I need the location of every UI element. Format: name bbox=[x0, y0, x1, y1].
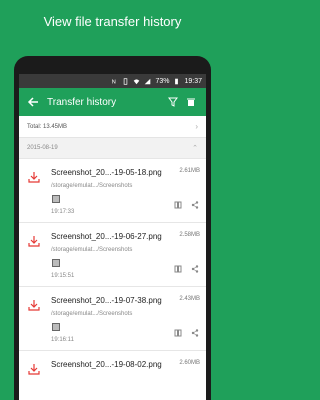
app-bar: Transfer history bbox=[19, 88, 206, 116]
battery-icon bbox=[175, 78, 179, 84]
file-time: 19:15:51 bbox=[51, 273, 75, 279]
file-path: /storage/emulat.../Screenshots bbox=[51, 183, 133, 189]
total-size: Total: 13.45MB bbox=[27, 123, 68, 130]
app-screen: N 73% 19:37 Transfer history Total: 13.4… bbox=[19, 74, 206, 400]
arrow-back-icon[interactable] bbox=[25, 96, 41, 108]
list-item[interactable]: Screenshot_20...-19-05-18.png 2.61MB /st… bbox=[19, 158, 206, 222]
file-size: 2.58MB bbox=[179, 232, 200, 238]
file-size: 2.60MB bbox=[179, 360, 200, 366]
file-name: Screenshot_20...-19-05-18.png bbox=[51, 168, 162, 177]
share-icon[interactable] bbox=[191, 265, 199, 273]
list-item[interactable]: Screenshot_20...-19-07-38.png 2.43MB /st… bbox=[19, 286, 206, 350]
download-icon bbox=[28, 172, 40, 183]
open-file-icon[interactable] bbox=[174, 201, 182, 209]
image-thumbnail bbox=[52, 323, 60, 331]
file-time: 19:16:11 bbox=[51, 337, 74, 343]
total-row[interactable]: Total: 13.45MB › bbox=[19, 116, 206, 138]
file-size: 2.61MB bbox=[179, 168, 200, 174]
chevron-up-icon: ⌃ bbox=[192, 145, 198, 152]
trash-icon bbox=[187, 98, 195, 106]
signal-icon bbox=[145, 78, 151, 84]
file-path: /storage/emulat.../Screenshots bbox=[51, 247, 133, 253]
share-icon[interactable] bbox=[191, 329, 199, 337]
filter-icon bbox=[168, 97, 178, 107]
download-icon bbox=[28, 236, 40, 247]
file-size: 2.43MB bbox=[179, 296, 200, 302]
page-title: Transfer history bbox=[47, 96, 117, 108]
file-name: Screenshot_20...-19-07-38.png bbox=[51, 296, 162, 305]
promo-title: View file transfer history bbox=[43, 14, 182, 29]
svg-text:N: N bbox=[112, 79, 116, 84]
download-icon bbox=[28, 364, 40, 375]
open-file-icon[interactable] bbox=[174, 265, 182, 273]
list-item[interactable]: Screenshot_20...-19-06-27.png 2.58MB /st… bbox=[19, 222, 206, 286]
image-thumbnail bbox=[52, 195, 60, 203]
group-date: 2015-08-19 bbox=[27, 145, 58, 151]
date-group-header[interactable]: 2015-08-19 ⌃ bbox=[19, 138, 206, 158]
chevron-right-icon: › bbox=[195, 122, 198, 131]
wifi-icon bbox=[134, 78, 140, 84]
filter-button[interactable] bbox=[164, 93, 182, 111]
file-name: Screenshot_20...-19-06-27.png bbox=[51, 232, 162, 241]
file-time: 19:17:33 bbox=[51, 209, 75, 215]
delete-button[interactable] bbox=[182, 93, 200, 111]
nfc-icon: N bbox=[112, 79, 116, 84]
image-thumbnail bbox=[52, 259, 60, 267]
list-item[interactable]: Screenshot_20...-19-08-02.png 2.60MB bbox=[19, 350, 206, 400]
file-path: /storage/emulat.../Screenshots bbox=[51, 311, 133, 317]
open-file-icon[interactable] bbox=[174, 329, 182, 337]
clock: 19:37 bbox=[184, 77, 202, 85]
vibrate-icon bbox=[124, 77, 128, 85]
phone-frame: N 73% 19:37 Transfer history Total: 13.4… bbox=[14, 56, 211, 400]
share-icon[interactable] bbox=[191, 201, 199, 209]
battery-percent: 73% bbox=[155, 77, 170, 85]
file-name: Screenshot_20...-19-08-02.png bbox=[51, 360, 162, 369]
status-bar: N 73% 19:37 bbox=[19, 74, 206, 88]
download-icon bbox=[28, 300, 40, 311]
